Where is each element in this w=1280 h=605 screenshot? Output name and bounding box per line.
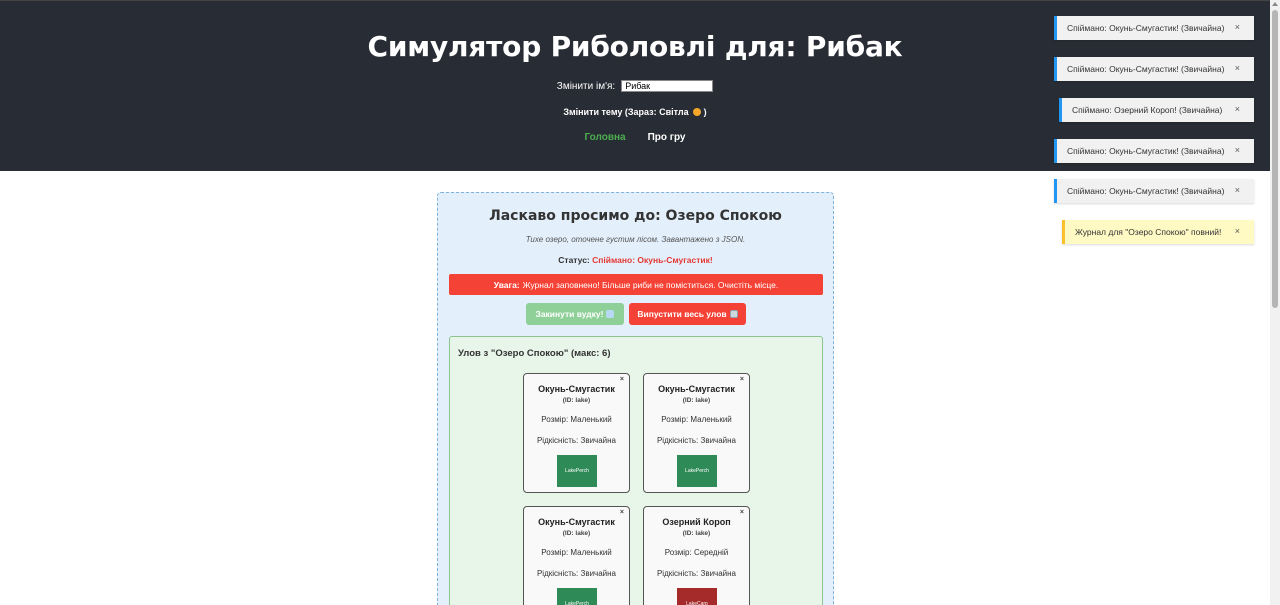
fish-card: × Окунь-Смугастик (ID: lake) Розмір: Мал… (523, 373, 630, 493)
fish-rarity: Рідкісність: Звичайна (536, 436, 617, 445)
sun-icon (693, 108, 702, 116)
fish-image: LakeCarp (677, 588, 717, 605)
fishing-icon (606, 310, 615, 318)
location-description: Тихе озеро, оточене густим лісом. Завант… (525, 235, 746, 244)
toast-notification: Спіймано: Озерний Короп! (Звичайна) × (1059, 98, 1254, 122)
close-icon[interactable]: × (620, 376, 624, 383)
toast-text: Спіймано: Озерний Короп! (Звичайна) (1072, 105, 1223, 115)
close-icon[interactable]: × (620, 509, 624, 516)
name-input[interactable] (621, 80, 714, 92)
name-row: Змінити ім'я: (0, 80, 1270, 92)
fish-rarity: Рідкісність: Звичайна (656, 569, 737, 578)
status-label: Статус: (558, 255, 590, 265)
trash-icon (729, 310, 738, 318)
toast-text: Спіймано: Окунь-Смугастик! (Звичайна) (1067, 146, 1225, 156)
fish-size: Розмір: Середній (664, 548, 729, 557)
location-card: Ласкаво просимо до: Озеро Спокою Тихе оз… (437, 192, 834, 605)
fish-size: Розмір: Маленький (541, 415, 612, 424)
fish-id: (ID: lake) (682, 397, 711, 404)
toast-notification: Спіймано: Окунь-Смугастик! (Звичайна) × (1054, 139, 1254, 163)
warning-text: Журнал заповнено! Більше риби не помісти… (522, 279, 779, 290)
cast-rod-button[interactable]: Закинути вудку! (526, 303, 624, 325)
fish-name: Окунь-Смугастик (538, 517, 615, 527)
close-icon[interactable]: × (1235, 145, 1240, 155)
catch-panel: Улов з "Озеро Спокою" (макс: 6) × Окунь-… (449, 336, 823, 605)
fish-card: × Окунь-Смугастик (ID: lake) Розмір: Мал… (643, 373, 750, 493)
toast-notification: Спіймано: Окунь-Смугастик! (Звичайна) × (1054, 179, 1254, 203)
close-icon[interactable]: × (1235, 22, 1240, 32)
close-icon[interactable]: × (1235, 104, 1240, 114)
close-icon[interactable]: × (740, 509, 744, 516)
status-value: Спіймано: Окунь-Смугастик! (592, 255, 713, 265)
fish-size: Розмір: Маленький (661, 415, 732, 424)
close-icon[interactable]: × (1235, 226, 1240, 236)
status-line: Статус: Спіймано: Окунь-Смугастик! (438, 255, 833, 265)
toast-text: Журнал для "Озеро Спокою" повний! (1075, 227, 1222, 237)
close-icon[interactable]: × (1235, 63, 1240, 73)
name-label: Змінити ім'я: (556, 80, 616, 92)
close-icon[interactable]: × (1235, 185, 1240, 195)
toast-text: Спіймано: Окунь-Смугастик! (Звичайна) (1067, 64, 1225, 74)
fish-id: (ID: lake) (682, 530, 711, 537)
scroll-thumb[interactable] (1272, 10, 1278, 308)
theme-button-label: Змінити тему (Зараз: Світла (563, 107, 689, 117)
location-title: Ласкаво просимо до: Озеро Спокою (489, 208, 782, 224)
scroll-up-arrow-icon[interactable] (1272, 2, 1278, 6)
page-scrollbar[interactable] (1270, 0, 1280, 605)
fish-rarity: Рідкісність: Звичайна (656, 436, 737, 445)
release-all-button[interactable]: Випустити весь улов (629, 303, 746, 325)
fish-image: LakePerch (677, 455, 717, 487)
fish-name: Озерний Короп (662, 517, 731, 527)
release-button-label: Випустити весь улов (637, 309, 727, 319)
fish-card: × Озерний Короп (ID: lake) Розмір: Серед… (643, 506, 750, 605)
fish-image: LakePerch (557, 455, 597, 487)
close-icon[interactable]: × (740, 376, 744, 383)
nav-about-link[interactable]: Про гру (648, 132, 686, 143)
journal-full-warning: Увага: Журнал заповнено! Більше риби не … (449, 274, 823, 295)
toast-notification: Спіймано: Окунь-Смугастик! (Звичайна) × (1054, 16, 1254, 40)
warning-label: Увага: (493, 279, 520, 290)
fish-id: (ID: lake) (562, 397, 591, 404)
catch-title: Улов з "Озеро Спокою" (макс: 6) (458, 348, 611, 359)
toast-text: Спіймано: Окунь-Смугастик! (Звичайна) (1067, 186, 1225, 196)
theme-button-label-end: ) (703, 107, 707, 117)
fish-rarity: Рідкісність: Звичайна (536, 569, 617, 578)
fish-name: Окунь-Смугастик (538, 384, 615, 394)
toast-notification: Спіймано: Окунь-Смугастик! (Звичайна) × (1054, 57, 1254, 81)
toast-warning: Журнал для "Озеро Спокою" повний! × (1062, 220, 1254, 244)
fish-size: Розмір: Маленький (541, 548, 612, 557)
cast-button-label: Закинути вудку! (535, 309, 604, 319)
fish-name: Окунь-Смугастик (658, 384, 735, 394)
nav-home-link[interactable]: Головна (585, 132, 626, 143)
toast-text: Спіймано: Окунь-Смугастик! (Звичайна) (1067, 23, 1225, 33)
fish-card: × Окунь-Смугастик (ID: lake) Розмір: Мал… (523, 506, 630, 605)
fish-id: (ID: lake) (562, 530, 591, 537)
fish-image: LakePerch (557, 588, 597, 605)
